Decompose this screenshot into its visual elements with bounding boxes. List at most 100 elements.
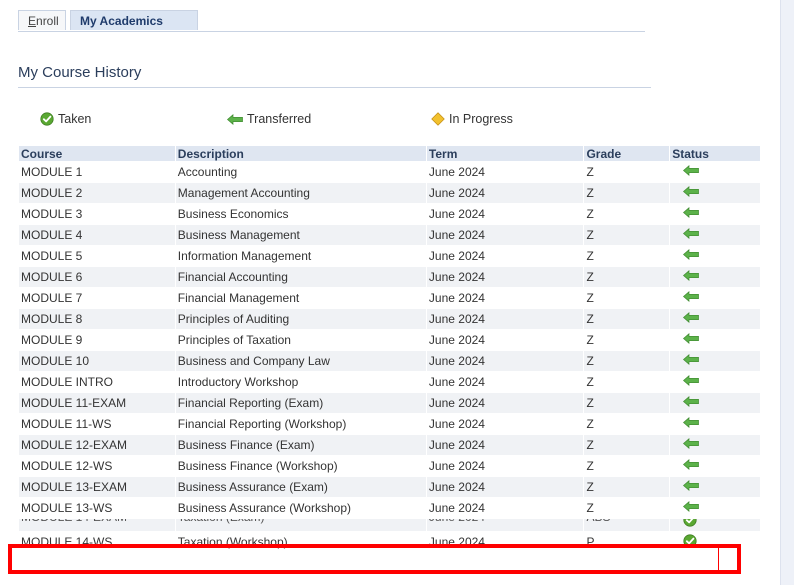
cell-status (669, 392, 761, 414)
table-row[interactable]: MODULE 10 Business and Company Law June 20… (18, 350, 761, 372)
cell-term: June 2024 (425, 518, 585, 532)
cell-course: MODULE 5 (18, 245, 176, 267)
legend-in-progress-label: In Progress (449, 112, 513, 126)
cell-description: Financial Reporting (Exam) (174, 392, 427, 414)
check-circle-icon (683, 519, 697, 527)
cell-grade: Z (583, 497, 671, 519)
cell-description: Information Management (174, 245, 427, 267)
cell-grade: Z (583, 371, 671, 393)
diamond-icon (431, 112, 445, 126)
course-history-table: Course Description Term Grade Status MOD… (18, 145, 761, 553)
table-row[interactable]: MODULE 6 Financial Accounting June 2024 Z (18, 266, 761, 288)
cell-course: MODULE 11-WS (18, 413, 176, 435)
cell-course: MODULE 13-WS (18, 497, 176, 519)
table-row[interactable]: MODULE 12-EXAM Business Finance (Exam) Jun… (18, 434, 761, 456)
cell-term: June 2024 (425, 182, 585, 204)
left-arrow-icon (683, 291, 700, 302)
table-row[interactable]: MODULE 12-WS Business Finance (Workshop) J… (18, 455, 761, 477)
cell-grade: P (583, 531, 671, 553)
table-row[interactable]: MODULE INTRO Introductory Workshop June 20… (18, 371, 761, 393)
cell-term: June 2024 (425, 413, 585, 435)
table-row[interactable]: MODULE 13-WS Business Assurance (Workshop… (18, 497, 761, 519)
highlight-divider (718, 548, 719, 570)
check-circle-icon (683, 533, 697, 548)
cell-grade: Z (583, 203, 671, 225)
cell-term: June 2024 (425, 287, 585, 309)
table-row[interactable]: MODULE 11-EXAM Financial Reporting (Exam)… (18, 392, 761, 414)
cell-term: June 2024 (425, 329, 585, 351)
cell-description: Accounting (174, 161, 427, 183)
cell-status (669, 329, 761, 351)
header-term[interactable]: Term (425, 145, 585, 162)
table-body: MODULE 1 Accounting June 2024 Z MODULE 2 Mana… (18, 161, 761, 553)
cell-status (669, 308, 761, 330)
cell-course: MODULE 3 (18, 203, 176, 225)
table-row[interactable]: MODULE 8 Principles of Auditing June 2024 Z (18, 308, 761, 330)
table-row[interactable]: MODULE 9 Principles of Taxation June 2024 Z (18, 329, 761, 351)
table-row[interactable]: MODULE 5 Information Management June 2024 Z (18, 245, 761, 267)
cell-description: Financial Reporting (Workshop) (174, 413, 427, 435)
tab-enroll-accesskey: E (28, 14, 37, 28)
cell-description: Introductory Workshop (174, 371, 427, 393)
cell-status (669, 497, 761, 519)
cell-description: Business and Company Law (174, 350, 427, 372)
cell-course: MODULE 11-EXAM (18, 392, 176, 414)
cell-status (669, 371, 761, 393)
cell-term: June 2024 (425, 308, 585, 330)
left-arrow-icon (683, 270, 700, 281)
table-row[interactable]: MODULE 7 Financial Management June 2024 Z (18, 287, 761, 309)
cell-description: Business Management (174, 224, 427, 246)
header-status[interactable]: Status (669, 145, 761, 162)
cell-course: MODULE 9 (18, 329, 176, 351)
check-circle-icon (40, 112, 54, 126)
table-row[interactable]: MODULE 13-EXAM Business Assurance (Exam) J… (18, 476, 761, 498)
legend-transferred-label: Transferred (247, 112, 312, 126)
cell-term: June 2024 (425, 245, 585, 267)
cell-course: MODULE 13-EXAM (18, 476, 176, 498)
section-title: My Course History (18, 64, 651, 88)
legend-transferred: Transferred (227, 112, 311, 126)
cell-course: MODULE 2 (18, 182, 176, 204)
cell-status (669, 245, 761, 267)
header-description[interactable]: Description (174, 145, 427, 162)
cell-status (669, 413, 761, 435)
table-row[interactable]: MODULE 14-EXAM Taxation (Exam)June 2024AB… (18, 518, 761, 532)
cell-term: June 2024 (425, 350, 585, 372)
table-row[interactable]: MODULE 1 Accounting June 2024 Z (18, 161, 761, 183)
cell-grade: Z (583, 308, 671, 330)
cell-description: Principles of Auditing (174, 308, 427, 330)
left-arrow-icon (683, 375, 700, 386)
cell-status (669, 287, 761, 309)
cell-description: Business Assurance (Workshop) (174, 497, 427, 519)
cell-course-text: MODULE 14-EXAM (21, 520, 174, 524)
cell-grade: Z (583, 476, 671, 498)
cell-term: June 2024 (425, 476, 585, 498)
cell-status (669, 161, 761, 183)
table-row[interactable]: MODULE 2 Management Accounting June 2024 Z (18, 182, 761, 204)
tab-my-academics[interactable]: My Academics (70, 10, 198, 30)
left-arrow-icon (683, 480, 700, 491)
cell-course: MODULE 8 (18, 308, 176, 330)
header-course[interactable]: Course (18, 145, 176, 162)
table-header-row: Course Description Term Grade Status (18, 145, 761, 162)
header-grade[interactable]: Grade (583, 145, 671, 162)
cell-term: June 2024 (425, 371, 585, 393)
cell-description: Taxation (Exam) (174, 518, 427, 532)
cell-term: June 2024 (425, 497, 585, 519)
cell-status (669, 434, 761, 456)
table-row-highlighted[interactable]: MODULE 14-WS Taxation (Workshop) June 2024… (18, 531, 761, 553)
legend-in-progress: In Progress (431, 112, 513, 126)
cell-term: June 2024 (425, 224, 585, 246)
cell-status (669, 531, 761, 553)
cell-grade-text: ABS (586, 520, 668, 524)
left-arrow-icon (683, 312, 700, 323)
left-arrow-icon (683, 186, 700, 197)
tab-enroll[interactable]: Enroll (18, 10, 66, 30)
left-arrow-icon (683, 249, 700, 260)
cell-grade: Z (583, 329, 671, 351)
table-row[interactable]: MODULE 11-WS Financial Reporting (Worksho… (18, 413, 761, 435)
left-arrow-icon (683, 333, 700, 344)
table-row[interactable]: MODULE 3 Business Economics June 2024 Z (18, 203, 761, 225)
cell-term: June 2024 (425, 266, 585, 288)
table-row[interactable]: MODULE 4 Business Management June 2024 Z (18, 224, 761, 246)
